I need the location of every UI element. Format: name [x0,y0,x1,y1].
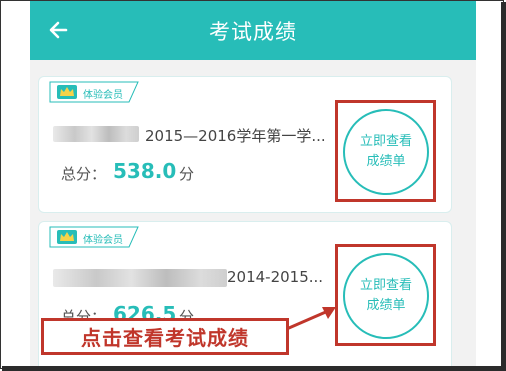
exam-name: 2015—2016学年第一学... [145,127,326,145]
frame-shadow-right [501,2,506,371]
app-screen: 考试成绩 体验会员 2015—2016学年第一学... 总分： 538.0 分 [30,1,476,366]
annotation-callout: 点击查看考试成绩 [41,318,289,355]
crown-icon [57,85,77,99]
score-unit: 分 [179,165,195,183]
view-report-label-line1: 立即查看 [359,278,412,293]
blurred-text [53,126,139,142]
app-header: 考试成绩 [30,1,476,60]
crown-icon [57,230,77,244]
annotation-arrow-icon [281,307,336,333]
member-badge-label: 体验会员 [83,90,123,101]
page-title: 考试成绩 [209,20,297,44]
view-report-button[interactable]: 立即查看 成绩单 [343,253,429,339]
frame-shadow-bottom [2,366,506,371]
member-badge: 体验会员 [49,81,139,103]
score-value: 538.0 [113,159,177,183]
score-label: 总分： [61,165,107,183]
blurred-text [53,269,227,287]
exam-name: 2014-2015... [227,268,324,286]
view-report-label-line1: 立即查看 [359,134,412,149]
view-report-button[interactable]: 立即查看 成绩单 [343,109,429,195]
view-report-label-line2: 成绩单 [366,154,406,169]
view-report-label-line2: 成绩单 [366,298,406,313]
member-badge-label: 体验会员 [83,235,123,246]
member-badge: 体验会员 [49,226,139,248]
